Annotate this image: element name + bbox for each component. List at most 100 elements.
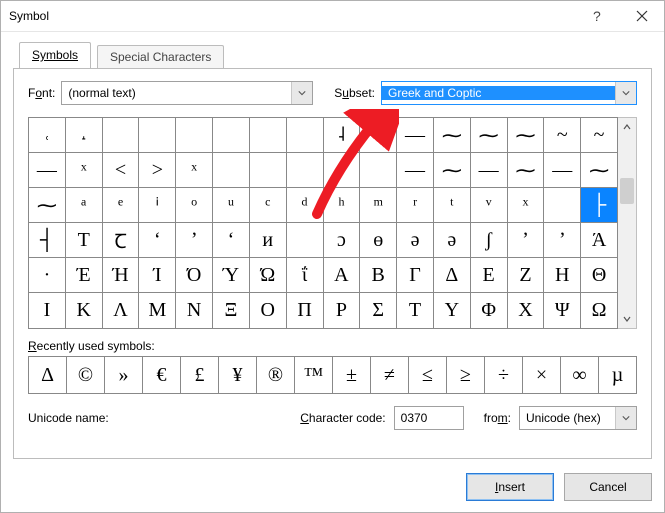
symbol-cell[interactable]: ᶜ [250, 188, 287, 223]
symbol-cell[interactable]: ᵒ [176, 188, 213, 223]
charcode-input[interactable] [394, 406, 464, 430]
symbol-cell[interactable]: ⁓ [434, 118, 471, 153]
symbol-cell[interactable]: ə [397, 223, 434, 258]
symbol-cell[interactable]: ᵐ [360, 188, 397, 223]
symbol-cell[interactable]: ə [434, 223, 471, 258]
cancel-button[interactable]: Cancel [564, 473, 652, 501]
symbol-cell[interactable]: Ό [176, 258, 213, 293]
recent-symbol-cell[interactable]: ± [333, 357, 371, 393]
symbol-cell[interactable]: Ν [176, 293, 213, 328]
recent-symbol-cell[interactable]: ≤ [409, 357, 447, 393]
from-dropdown-button[interactable] [615, 407, 636, 429]
symbol-cell[interactable]: ΐ [287, 258, 324, 293]
symbol-cell[interactable]: ʰ [324, 188, 361, 223]
symbol-cell[interactable]: Ύ [213, 258, 250, 293]
symbol-cell[interactable]: · [29, 258, 66, 293]
recent-symbol-cell[interactable]: µ [599, 357, 636, 393]
symbol-cell[interactable]: ʼ [508, 223, 545, 258]
symbol-cell[interactable]: ┤ [29, 223, 66, 258]
symbol-cell[interactable]: Ꞇ [103, 223, 140, 258]
symbol-cell[interactable]: Τ [397, 293, 434, 328]
symbol-cell[interactable]: Ο [250, 293, 287, 328]
symbol-cell[interactable]: ˣ [66, 153, 103, 188]
symbol-cell[interactable] [176, 118, 213, 153]
recent-symbol-cell[interactable]: € [143, 357, 181, 393]
symbol-cell[interactable]: ᵃ [66, 188, 103, 223]
recent-symbol-cell[interactable]: ¥ [219, 357, 257, 393]
tab-special-characters[interactable]: Special Characters [97, 45, 224, 68]
symbol-cell[interactable]: Ά [581, 223, 617, 258]
symbol-cell[interactable]: ʻ [139, 223, 176, 258]
subset-dropdown-button[interactable] [615, 82, 636, 104]
close-button[interactable] [619, 1, 664, 31]
symbol-cell[interactable]: Α [324, 258, 361, 293]
symbol-cell[interactable]: ʼ [176, 223, 213, 258]
symbol-cell[interactable]: Ή [103, 258, 140, 293]
symbol-cell[interactable]: < [103, 153, 140, 188]
symbol-cell[interactable]: ᵈ [287, 188, 324, 223]
symbol-cell[interactable]: Ώ [250, 258, 287, 293]
symbol-cell[interactable]: ⁱ [139, 188, 176, 223]
font-dropdown-button[interactable] [291, 82, 312, 104]
symbol-cell[interactable]: Υ [434, 293, 471, 328]
recent-symbol-cell[interactable]: ™ [295, 357, 333, 393]
symbol-cell[interactable]: — [471, 153, 508, 188]
recent-symbol-cell[interactable]: × [523, 357, 561, 393]
symbol-cell[interactable]: ʻ [213, 223, 250, 258]
symbol-cell[interactable]: ├ [581, 188, 617, 223]
symbol-cell[interactable]: ᵘ [213, 188, 250, 223]
symbol-cell[interactable]: Ω [581, 293, 617, 328]
symbol-cell[interactable]: ᵛ [471, 188, 508, 223]
symbol-cell[interactable]: — [397, 153, 434, 188]
scroll-up-button[interactable] [618, 118, 636, 136]
symbol-cell[interactable]: ˔ [66, 118, 103, 153]
symbol-cell[interactable]: Ι [29, 293, 66, 328]
symbol-cell[interactable] [287, 153, 324, 188]
symbol-cell[interactable]: ⁓ [581, 153, 617, 188]
symbol-cell[interactable]: и [250, 223, 287, 258]
symbol-cell[interactable]: Λ [103, 293, 140, 328]
symbol-cell[interactable]: ⁓ [29, 188, 66, 223]
symbol-cell[interactable] [287, 223, 324, 258]
symbol-cell[interactable] [544, 188, 581, 223]
symbol-cell[interactable] [360, 118, 397, 153]
symbol-cell[interactable]: Γ [397, 258, 434, 293]
recent-symbol-cell[interactable]: £ [181, 357, 219, 393]
symbol-cell[interactable]: Ί [139, 258, 176, 293]
subset-combo[interactable]: Greek and Coptic [381, 81, 637, 105]
symbol-cell[interactable]: — [29, 153, 66, 188]
symbol-cell[interactable]: ~ [544, 118, 581, 153]
scroll-track[interactable] [618, 136, 636, 310]
symbol-cell[interactable]: Θ [581, 258, 617, 293]
symbol-cell[interactable]: ~ [581, 118, 617, 153]
symbol-cell[interactable]: Ρ [324, 293, 361, 328]
symbol-cell[interactable] [103, 118, 140, 153]
symbol-cell[interactable]: Т [66, 223, 103, 258]
recent-symbol-cell[interactable]: ® [257, 357, 295, 393]
recent-symbol-cell[interactable]: ∞ [561, 357, 599, 393]
symbol-cell[interactable]: Ξ [213, 293, 250, 328]
symbol-cell[interactable]: Χ [508, 293, 545, 328]
recent-symbol-cell[interactable]: Δ [29, 357, 67, 393]
symbol-cell[interactable]: ⁓ [471, 118, 508, 153]
from-combo[interactable]: Unicode (hex) [519, 406, 637, 430]
symbol-cell[interactable]: ⁓ [434, 153, 471, 188]
symbol-cell[interactable]: ⁓ [508, 118, 545, 153]
symbol-cell[interactable]: ʳ [397, 188, 434, 223]
symbol-cell[interactable] [250, 153, 287, 188]
symbol-cell[interactable] [250, 118, 287, 153]
recent-symbol-cell[interactable]: ÷ [485, 357, 523, 393]
recent-symbol-cell[interactable]: ≠ [371, 357, 409, 393]
scroll-down-button[interactable] [618, 310, 636, 328]
symbol-grid[interactable]: ˓˔˨—⁓⁓⁓~~—ˣ<>ˣᶿ—⁓—⁓—⁓⁓ᵃᵉⁱᵒᵘᶜᵈʰᵐʳᵗᵛˣ├┤ТꞆʻ… [28, 117, 618, 329]
symbol-cell[interactable]: — [544, 153, 581, 188]
symbol-cell[interactable]: ᵉ [103, 188, 140, 223]
symbol-cell[interactable]: Π [287, 293, 324, 328]
symbol-cell[interactable]: ʼ [544, 223, 581, 258]
symbol-cell[interactable]: Δ [434, 258, 471, 293]
symbol-cell[interactable]: Ε [471, 258, 508, 293]
symbol-cell[interactable] [213, 153, 250, 188]
symbol-cell[interactable] [360, 153, 397, 188]
recent-symbol-cell[interactable]: © [67, 357, 105, 393]
symbol-cell[interactable]: ɔ [324, 223, 361, 258]
